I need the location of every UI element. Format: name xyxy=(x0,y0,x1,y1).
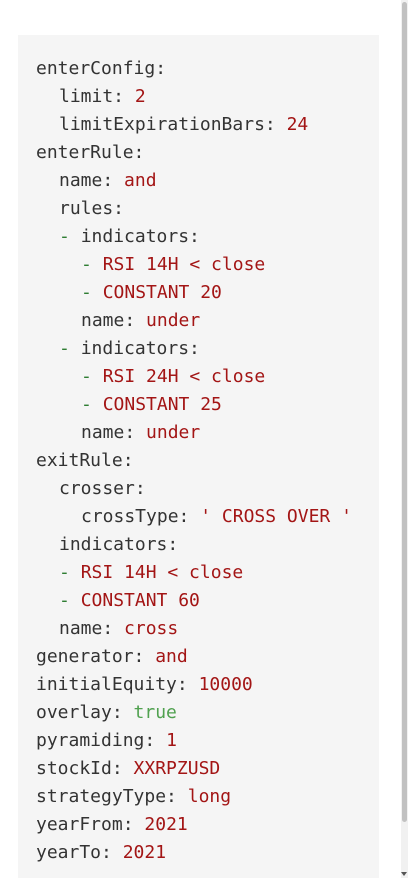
yaml-line: exitRule: xyxy=(18,447,379,475)
yaml-line: rules: xyxy=(18,195,379,223)
yaml-key: rules: xyxy=(59,198,125,219)
yaml-line: - CONSTANT 20 xyxy=(18,279,379,307)
yaml-line: - CONSTANT 25 xyxy=(18,391,379,419)
yaml-line: - indicators: xyxy=(18,223,379,251)
yaml-key: initialEquity: xyxy=(36,674,188,695)
yaml-value: 24 xyxy=(286,114,309,135)
yaml-value: under xyxy=(146,310,201,331)
yaml-line: - RSI 14H < close xyxy=(18,559,379,587)
yaml-line: enterRule: xyxy=(18,139,379,167)
yaml-line: name: cross xyxy=(18,615,379,643)
list-dash: - xyxy=(81,366,92,387)
yaml-value: 2021 xyxy=(144,814,188,835)
yaml-value: ' CROSS OVER ' xyxy=(200,506,352,527)
yaml-key: crossType: xyxy=(81,506,190,527)
scrollbar-thumb[interactable] xyxy=(402,2,407,822)
list-dash: - xyxy=(81,394,92,415)
list-dash: - xyxy=(59,338,70,359)
yaml-value: and xyxy=(155,646,188,667)
yaml-line: generator: and xyxy=(18,643,379,671)
yaml-line: limit: 2 xyxy=(18,83,379,111)
yaml-key: stockId: xyxy=(36,758,123,779)
yaml-value: long xyxy=(187,786,232,807)
yaml-line: initialEquity: 10000 xyxy=(18,671,379,699)
list-dash: - xyxy=(59,226,70,247)
yaml-line: strategyType: long xyxy=(18,783,379,811)
yaml-key: indicators: xyxy=(59,534,179,555)
yaml-line: overlay: true xyxy=(18,699,379,727)
yaml-key: strategyType: xyxy=(36,786,177,807)
yaml-key: exitRule: xyxy=(36,450,134,471)
yaml-value: CONSTANT 25 xyxy=(102,394,222,415)
yaml-code-block: enterConfig: limit: 2 limitExpirationBar… xyxy=(18,35,379,878)
yaml-line: limitExpirationBars: 24 xyxy=(18,111,379,139)
yaml-line: stockId: XXRPZUSD xyxy=(18,755,379,783)
yaml-line: - CONSTANT 60 xyxy=(18,587,379,615)
yaml-key: limitExpirationBars: xyxy=(59,114,276,135)
yaml-value: XXRPZUSD xyxy=(133,758,221,779)
yaml-key: pyramiding: xyxy=(36,730,156,751)
yaml-line: indicators: xyxy=(18,531,379,559)
vertical-scrollbar[interactable] xyxy=(401,0,408,878)
yaml-value: cross xyxy=(124,618,179,639)
yaml-line: crosser: xyxy=(18,475,379,503)
yaml-key: overlay: xyxy=(36,702,123,723)
yaml-line: name: and xyxy=(18,167,379,195)
yaml-line: yearTo: 2021 xyxy=(18,839,379,867)
yaml-key: enterRule: xyxy=(36,142,145,163)
yaml-line: - RSI 24H < close xyxy=(18,363,379,391)
yaml-key: name: xyxy=(81,422,136,443)
yaml-line: - RSI 14H < close xyxy=(18,251,379,279)
yaml-value: RSI 14H < close xyxy=(102,254,266,275)
list-dash: - xyxy=(59,562,70,583)
yaml-line: pyramiding: 1 xyxy=(18,727,379,755)
yaml-line: - indicators: xyxy=(18,335,379,363)
yaml-value: 2021 xyxy=(122,842,167,863)
yaml-key: yearTo: xyxy=(36,842,112,863)
yaml-line: name: under xyxy=(18,419,379,447)
page: enterConfig: limit: 2 limitExpirationBar… xyxy=(0,0,408,878)
yaml-key: generator: xyxy=(36,646,145,667)
yaml-line: enterConfig: xyxy=(18,55,379,83)
yaml-value: RSI 14H < close xyxy=(80,562,244,583)
yaml-line: name: under xyxy=(18,307,379,335)
yaml-value: and xyxy=(124,170,157,191)
yaml-value: RSI 24H < close xyxy=(102,366,266,387)
list-dash: - xyxy=(59,590,70,611)
yaml-value: under xyxy=(146,422,201,443)
yaml-value: CONSTANT 20 xyxy=(102,282,222,303)
yaml-key: indicators: xyxy=(80,338,200,359)
yaml-line: crossType: ' CROSS OVER ' xyxy=(18,503,379,531)
yaml-value: 10000 xyxy=(198,674,253,695)
yaml-key: enterConfig: xyxy=(36,58,167,79)
list-dash: - xyxy=(81,254,92,275)
yaml-key: crosser: xyxy=(59,478,146,499)
yaml-key: name: xyxy=(59,618,114,639)
yaml-key: name: xyxy=(59,170,114,191)
yaml-boolean: true xyxy=(133,702,177,723)
scroll-down-arrow-icon[interactable] xyxy=(401,872,407,876)
yaml-value: 1 xyxy=(166,730,177,751)
yaml-key: limit: xyxy=(59,86,125,107)
yaml-line: yearFrom: 2021 xyxy=(18,811,379,839)
yaml-value: CONSTANT 60 xyxy=(80,590,200,611)
list-dash: - xyxy=(81,282,92,303)
yaml-value: 2 xyxy=(134,86,146,107)
yaml-key: name: xyxy=(81,310,136,331)
yaml-key: yearFrom: xyxy=(36,814,134,835)
yaml-key: indicators: xyxy=(80,226,200,247)
